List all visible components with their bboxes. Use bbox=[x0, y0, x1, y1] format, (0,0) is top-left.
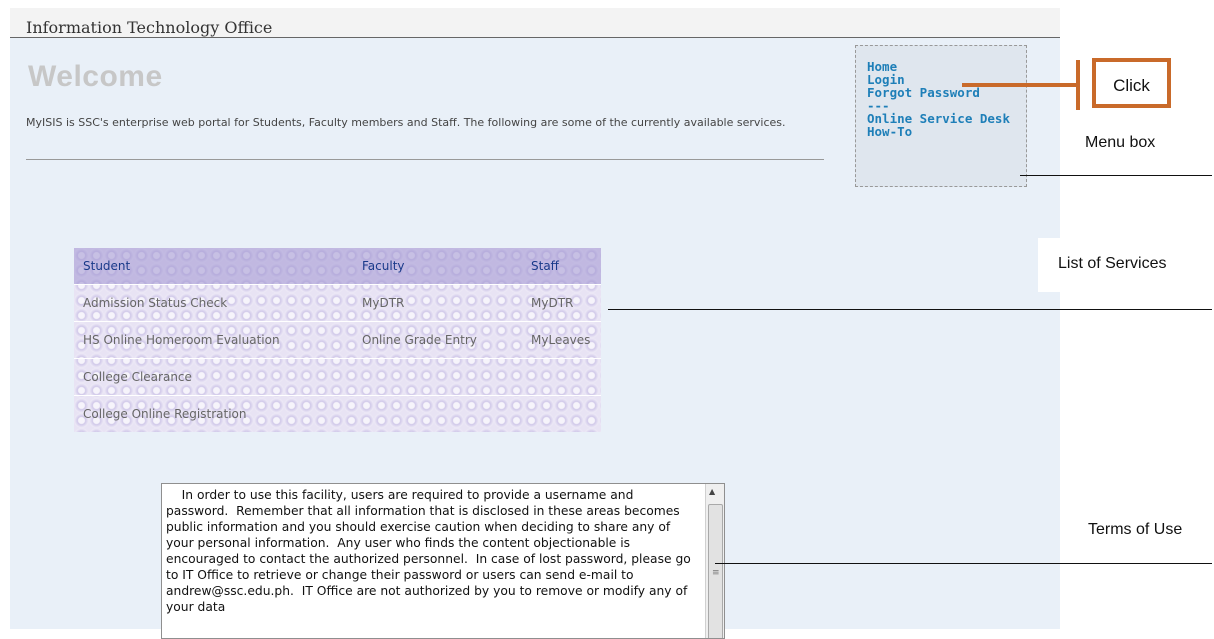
empty-cell bbox=[522, 358, 601, 396]
service-college-online-registration[interactable]: College Online Registration bbox=[74, 395, 353, 432]
table-row: HS Online Homeroom Evaluation Online Gra… bbox=[74, 321, 601, 359]
menu-how-to-link[interactable]: How-To bbox=[867, 125, 1026, 138]
header-bar: Information Technology Office bbox=[10, 8, 1060, 38]
table-row: College Clearance bbox=[74, 358, 601, 396]
terms-text: In order to use this facility, users are… bbox=[166, 488, 695, 614]
click-annotation-label: Click bbox=[1113, 76, 1150, 95]
click-pointer-line bbox=[962, 83, 1076, 87]
empty-cell bbox=[353, 358, 522, 396]
terms-pointer-line bbox=[715, 563, 1212, 564]
scroll-thumb[interactable]: ≡ bbox=[708, 504, 723, 638]
portal-page: Information Technology Office Welcome My… bbox=[10, 8, 1060, 639]
intro-text: MyISIS is SSC's enterprise web portal fo… bbox=[26, 116, 786, 129]
welcome-heading: Welcome bbox=[28, 60, 163, 93]
terms-of-use-annotation: Terms of Use bbox=[1088, 521, 1183, 538]
service-faculty-mydtr[interactable]: MyDTR bbox=[353, 284, 522, 322]
column-header-staff: Staff bbox=[522, 248, 601, 285]
menu-box: Home Login Forgot Password --- Online Se… bbox=[855, 45, 1027, 187]
service-hs-homeroom-evaluation[interactable]: HS Online Homeroom Evaluation bbox=[74, 321, 353, 359]
terms-of-use-textarea[interactable]: In order to use this facility, users are… bbox=[161, 483, 725, 639]
office-title: Information Technology Office bbox=[26, 18, 273, 37]
services-header-row: Student Faculty Staff bbox=[74, 248, 601, 285]
menu-box-annotation: Menu box bbox=[1085, 134, 1156, 151]
list-of-services-annotation: List of Services bbox=[1058, 255, 1167, 272]
empty-cell bbox=[353, 395, 522, 432]
click-annotation-box: Click bbox=[1092, 58, 1171, 108]
column-header-faculty: Faculty bbox=[353, 248, 522, 285]
click-pointer-bar bbox=[1076, 60, 1080, 110]
menu-box-pointer-line bbox=[1020, 175, 1212, 176]
service-admission-status-check[interactable]: Admission Status Check bbox=[74, 284, 353, 322]
grip-icon: ≡ bbox=[712, 568, 720, 578]
service-staff-mydtr[interactable]: MyDTR bbox=[522, 284, 601, 322]
service-college-clearance[interactable]: College Clearance bbox=[74, 358, 353, 396]
divider bbox=[26, 159, 824, 160]
services-pointer-line bbox=[608, 309, 1212, 310]
menu-forgot-password-link[interactable]: Forgot Password bbox=[867, 86, 1026, 99]
column-header-student: Student bbox=[74, 248, 353, 285]
service-myleaves[interactable]: MyLeaves bbox=[522, 321, 601, 359]
terms-scrollbar[interactable]: ▲ ≡ bbox=[705, 484, 724, 638]
table-row: College Online Registration bbox=[74, 395, 601, 432]
service-online-grade-entry[interactable]: Online Grade Entry bbox=[353, 321, 522, 359]
table-row: Admission Status Check MyDTR MyDTR bbox=[74, 284, 601, 322]
scroll-up-arrow-icon[interactable]: ▲ bbox=[709, 487, 715, 496]
empty-cell bbox=[522, 395, 601, 432]
services-table: Student Faculty Staff Admission Status C… bbox=[74, 248, 601, 432]
